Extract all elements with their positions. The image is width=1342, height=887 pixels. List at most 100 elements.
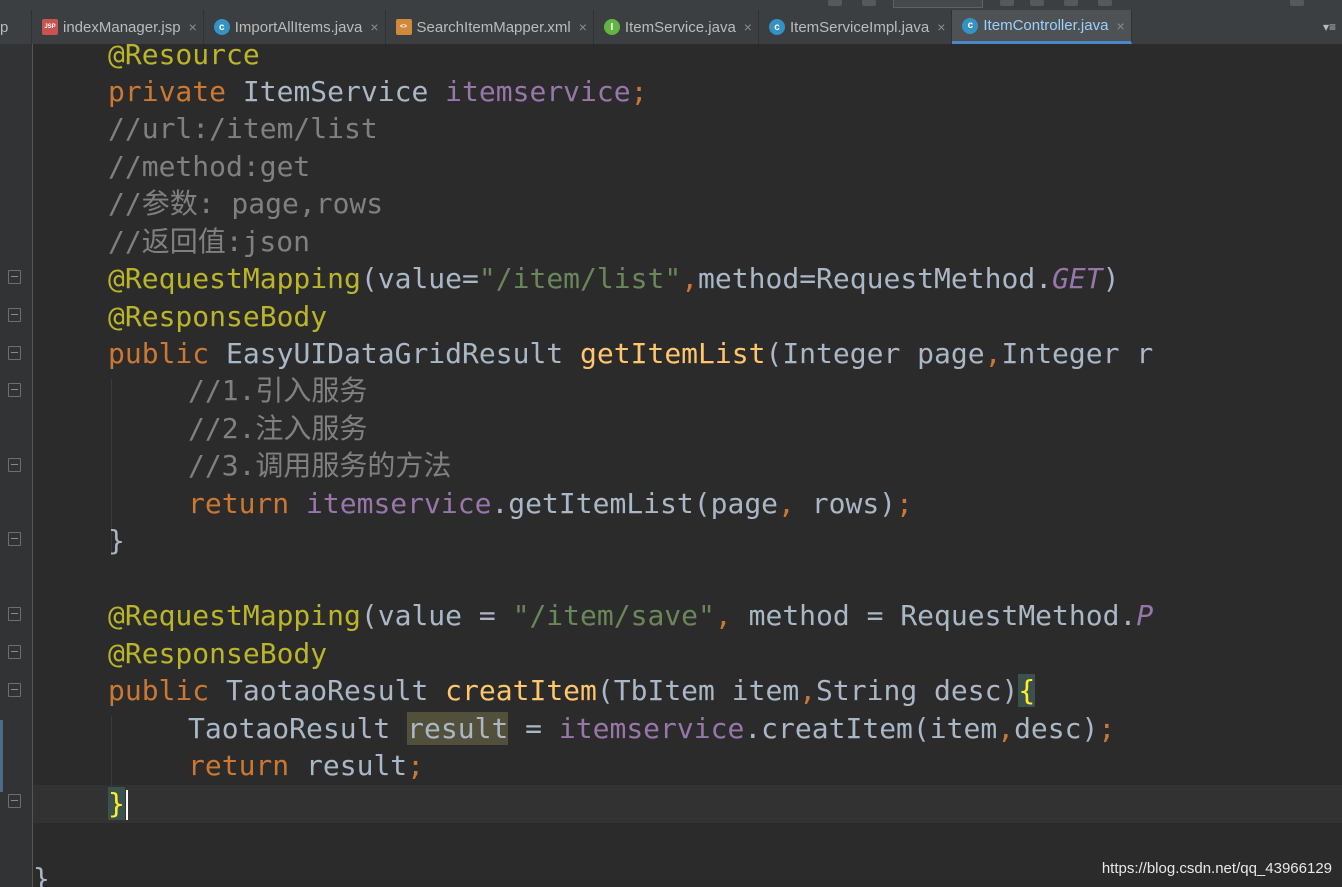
toolbar-button[interactable]	[828, 0, 842, 6]
annotation: @Resource	[108, 44, 260, 71]
code-line: @ResponseBody	[108, 298, 327, 335]
close-icon[interactable]: ×	[189, 19, 197, 35]
code-line: TaotaoResult result = itemservice.creatI…	[188, 710, 1115, 747]
code-line: @RequestMapping(value = "/item/save", me…	[108, 597, 1153, 634]
code-token: method = RequestMethod.	[731, 599, 1137, 632]
tab-label: ItemController.java	[983, 17, 1109, 34]
code-token: =	[508, 712, 559, 745]
semicolon: ;	[407, 749, 425, 782]
fold-marker-icon[interactable]	[8, 346, 21, 360]
close-icon[interactable]: ×	[370, 19, 378, 35]
tab-searchitemmapper-xml[interactable]: <> SearchItemMapper.xml ×	[386, 10, 594, 44]
tab-label: SearchItemMapper.xml	[416, 18, 571, 36]
comma: ,	[799, 674, 817, 707]
comment-line: //url:/item/list	[108, 112, 378, 145]
code-line: }	[108, 524, 125, 557]
code-editor[interactable]: @Resource private ItemService itemservic…	[33, 44, 1342, 887]
toolbar-button[interactable]	[1000, 0, 1014, 6]
tab-label: p	[0, 18, 9, 36]
annotation: @RequestMapping	[108, 262, 361, 295]
fold-marker-icon[interactable]	[8, 270, 21, 284]
fold-marker-icon[interactable]	[8, 458, 21, 472]
close-icon[interactable]: ×	[744, 19, 752, 35]
method-name: creatItem	[445, 674, 597, 707]
keyword: return	[188, 749, 290, 782]
keyword: return	[188, 487, 290, 520]
code-line: public EasyUIDataGridResult getItemList(…	[108, 335, 1153, 372]
fold-marker-icon[interactable]	[8, 645, 21, 659]
code-token: String desc)	[816, 674, 1019, 707]
code-token: method=RequestMethod.	[698, 262, 1053, 295]
tab-itemservice-java[interactable]: I ItemService.java ×	[594, 10, 759, 44]
semicolon: ;	[1098, 712, 1116, 745]
interface-icon: I	[603, 19, 620, 35]
run-config-selector[interactable]	[893, 0, 983, 8]
code-token: .creatItem(item	[744, 712, 998, 745]
fold-marker-icon[interactable]	[8, 683, 21, 697]
close-icon[interactable]: ×	[579, 19, 587, 35]
field-name: itemservice	[445, 75, 631, 108]
fold-marker-icon[interactable]	[8, 607, 21, 621]
comment-line: //参数: page,rows	[108, 187, 384, 220]
tab-itemcontroller-java[interactable]: c ItemController.java ×	[952, 10, 1132, 44]
class-icon: c	[962, 17, 979, 34]
toolbar-strip	[0, 0, 1342, 10]
enum-constant: P	[1136, 599, 1154, 632]
code-token: Integer r	[1001, 337, 1154, 370]
comma: ,	[714, 599, 732, 632]
code-token: result	[289, 749, 408, 782]
tab-label: indexManager.jsp	[63, 18, 181, 36]
comment-line: //3.调用服务的方法	[188, 449, 452, 482]
tab-itemserviceimpl-java[interactable]: c ItemServiceImpl.java ×	[759, 10, 953, 44]
comma: ,	[997, 712, 1015, 745]
method-name: getItemList	[580, 337, 766, 370]
fold-marker-icon[interactable]	[8, 308, 21, 322]
string-literal: "/item/list"	[478, 262, 682, 295]
code-line: return itemservice.getItemList(page, row…	[188, 485, 913, 522]
toolbar-button[interactable]	[1290, 0, 1304, 6]
matched-brace: {	[1018, 674, 1036, 707]
annotation: @ResponseBody	[108, 300, 328, 333]
comment-line: //2.注入服务	[188, 412, 368, 445]
code-line: }	[108, 785, 128, 822]
comment-line: //method:get	[108, 150, 311, 183]
tab-indexmanager-jsp[interactable]: JSP indexManager.jsp ×	[32, 10, 204, 44]
code-token: rows)	[794, 487, 897, 520]
comment-line: //1.引入服务	[188, 374, 368, 407]
fold-marker-icon[interactable]	[8, 532, 21, 546]
fold-marker-icon[interactable]	[8, 383, 21, 397]
code-line: private ItemService itemservice;	[108, 73, 647, 110]
tab-hidden-previous[interactable]: p	[0, 10, 32, 44]
jsp-file-icon: JSP	[42, 19, 58, 35]
code-token: )	[1102, 262, 1120, 295]
comma: ,	[778, 487, 795, 520]
keyword: public	[108, 337, 210, 370]
tab-overflow-menu-icon[interactable]: ▾≡	[1317, 10, 1342, 44]
toolbar-button[interactable]	[862, 0, 876, 6]
type-name: ItemService	[242, 75, 429, 108]
string-literal: "/item/save"	[512, 599, 715, 632]
type-name: TaotaoResult	[226, 674, 429, 707]
type-name: TaotaoResult	[188, 712, 391, 745]
class-icon: c	[768, 19, 785, 35]
fold-marker-icon[interactable]	[8, 794, 21, 808]
tab-importallitems-java[interactable]: c ImportAllItems.java ×	[204, 10, 386, 44]
code-line: public TaotaoResult creatItem(TbItem ite…	[108, 672, 1036, 709]
editor-gutter	[0, 44, 33, 887]
watermark: https://blog.csdn.net/qq_43966129	[1101, 860, 1332, 877]
toolbar-button[interactable]	[1030, 0, 1044, 6]
close-icon[interactable]: ×	[1116, 18, 1124, 34]
vcs-change-marker[interactable]	[0, 720, 3, 792]
matched-brace: }	[108, 787, 125, 820]
class-icon: c	[213, 19, 230, 35]
code-line: @RequestMapping(value="/item/list",metho…	[108, 260, 1120, 297]
close-icon[interactable]: ×	[937, 19, 945, 35]
toolbar-button[interactable]	[1064, 0, 1078, 6]
code-token: .getItemList(page	[491, 487, 779, 520]
tab-label: ItemServiceImpl.java	[789, 18, 930, 36]
toolbar-button[interactable]	[1098, 0, 1112, 6]
field-name: itemservice	[306, 487, 492, 520]
code-line: }	[33, 862, 50, 887]
keyword: private	[108, 75, 227, 108]
code-line: return result;	[188, 747, 424, 784]
